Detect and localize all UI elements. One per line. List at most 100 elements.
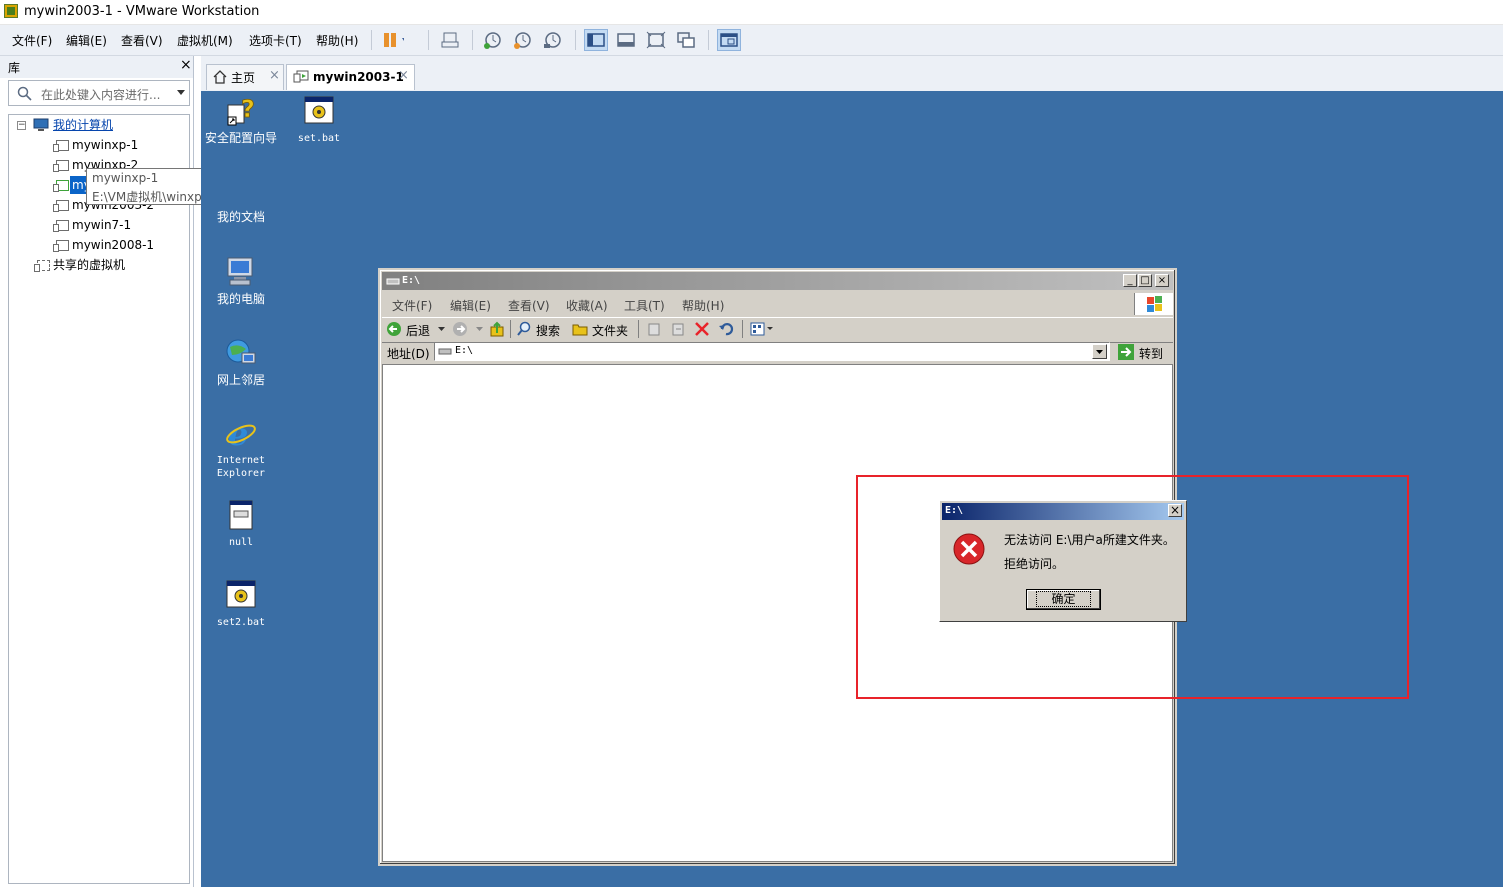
chevron-down-icon[interactable]: [438, 327, 445, 332]
explorer-menu-tools[interactable]: 工具(T): [624, 297, 665, 314]
menu-edit[interactable]: 编辑(E): [66, 32, 107, 49]
go-arrow-icon[interactable]: [1117, 343, 1135, 361]
search-icon: [17, 86, 32, 101]
fullscreen-icon: [646, 31, 666, 49]
svg-text:?: ?: [241, 95, 255, 123]
forward-icon[interactable]: [452, 321, 468, 337]
folders-button[interactable]: 文件夹: [592, 322, 628, 339]
undo-icon[interactable]: [718, 321, 734, 337]
minimize-button[interactable]: _: [1123, 274, 1137, 287]
close-button[interactable]: ×: [1155, 274, 1169, 287]
explorer-menu-favorites[interactable]: 收藏(A): [566, 297, 608, 314]
tree-root-my-computer[interactable]: 我的计算机: [53, 116, 113, 134]
vm-icon: [53, 140, 69, 152]
desktop-icon-security-wizard[interactable]: ? 安全配置向导: [201, 95, 281, 145]
copy-to-icon[interactable]: [670, 321, 686, 337]
chevron-down-icon[interactable]: [476, 327, 483, 332]
full-screen-button[interactable]: [644, 29, 668, 51]
address-label: 地址(D): [387, 347, 430, 361]
console-view-button[interactable]: [717, 29, 741, 51]
back-button[interactable]: 后退: [406, 322, 430, 339]
tab-home-close-button[interactable]: ×: [269, 68, 280, 83]
move-to-icon[interactable]: [646, 321, 662, 337]
console-view-icon: [720, 33, 738, 47]
tree-vm-mywin2008-1[interactable]: mywin2008-1: [72, 236, 154, 254]
address-bar: 地址(D) E:\ 转到: [382, 342, 1173, 364]
toolbar-separator: [510, 320, 511, 338]
go-button[interactable]: 转到: [1139, 345, 1163, 362]
chevron-down-icon[interactable]: [177, 90, 185, 96]
menu-view[interactable]: 查看(V): [121, 32, 163, 49]
tree-collapse-toggle[interactable]: −: [17, 121, 26, 130]
drive-icon: [386, 278, 400, 285]
desktop-icon-internet-explorer[interactable]: e Internet Explorer: [201, 415, 281, 480]
library-search-input[interactable]: 在此处键入内容进行...: [8, 80, 190, 106]
highlight-rectangle: [856, 475, 1409, 699]
library-close-button[interactable]: ×: [180, 57, 192, 73]
security-wizard-icon: ?: [227, 95, 255, 126]
tab-home[interactable]: 主页 ×: [206, 64, 284, 90]
explorer-title-bar[interactable]: E:\ _ □ ×: [382, 272, 1173, 290]
desktop-icon-null[interactable]: null: [201, 499, 281, 549]
vm-running-icon: [53, 180, 69, 192]
maximize-button[interactable]: □: [1138, 274, 1152, 287]
explorer-menu-file[interactable]: 文件(F): [392, 297, 432, 314]
menu-vm[interactable]: 虚拟机(M): [177, 32, 233, 49]
snapshot-manager-icon: [544, 32, 561, 48]
desktop-icon-label: set2.bat: [216, 617, 266, 628]
desktop-icon-my-documents[interactable]: 我的文档: [201, 177, 281, 224]
pause-icon: [384, 33, 406, 47]
vm-icon: [53, 160, 69, 172]
folder-icon[interactable]: [572, 321, 588, 337]
desktop-icon-network-places[interactable]: 网上邻居: [201, 337, 281, 387]
views-icon[interactable]: [750, 321, 774, 337]
explorer-menu-bar: 文件(F) 编辑(E) 查看(V) 收藏(A) 工具(T) 帮助(H): [382, 292, 1173, 316]
tree-shared-vms[interactable]: 共享的虚拟机: [53, 256, 125, 274]
revert-snapshot-button[interactable]: [511, 29, 535, 51]
vm-icon: [53, 220, 69, 232]
explorer-toolbar: 后退 搜索 文件夹: [382, 317, 1173, 343]
show-thumbnail-bar-button[interactable]: [614, 29, 638, 51]
address-dropdown-button[interactable]: [1092, 344, 1107, 359]
thumbnail-icon: [617, 33, 635, 47]
pause-button[interactable]: [380, 29, 406, 51]
explorer-menu-help[interactable]: 帮助(H): [682, 297, 724, 314]
desktop-icon-label: Internet Explorer: [216, 455, 266, 479]
menu-file[interactable]: 文件(F): [12, 32, 52, 49]
search-button[interactable]: 搜索: [536, 322, 560, 339]
back-icon[interactable]: [386, 321, 402, 337]
delete-icon[interactable]: [694, 321, 710, 337]
address-input[interactable]: E:\: [434, 342, 1110, 361]
explorer-menu-view[interactable]: 查看(V): [508, 297, 550, 314]
vmware-logo-icon: [4, 4, 18, 18]
send-ctrl-alt-del-button[interactable]: [438, 29, 462, 51]
explorer-menu-edit[interactable]: 编辑(E): [450, 297, 491, 314]
folder-up-icon[interactable]: [489, 321, 505, 337]
desktop-icon-label: 网上邻居: [216, 373, 265, 387]
menu-help[interactable]: 帮助(H): [316, 32, 358, 49]
windows-flag-icon: [1147, 296, 1162, 312]
desktop-icon-label: set.bat: [297, 133, 341, 144]
desktop-icon-set2-bat[interactable]: set2.bat: [201, 579, 281, 629]
unity-icon: [677, 32, 695, 48]
explorer-title: E:\: [402, 275, 421, 286]
drive-icon: [438, 348, 452, 355]
take-snapshot-button[interactable]: [481, 29, 505, 51]
tab-vm-close-button[interactable]: ×: [398, 68, 409, 83]
tree-vm-mywinxp-1[interactable]: mywinxp-1: [72, 136, 138, 154]
chevron-down-icon: [1096, 350, 1103, 354]
desktop-icon-label: 我的电脑: [216, 292, 265, 306]
show-library-button[interactable]: [584, 29, 608, 51]
desktop-icon-set-bat[interactable]: set.bat: [279, 95, 359, 145]
search-icon[interactable]: [516, 321, 532, 337]
tab-mywin2003-1[interactable]: mywin2003-1 ×: [286, 64, 415, 90]
toolbar-separator: [428, 30, 429, 50]
menu-tabs[interactable]: 选项卡(T): [249, 32, 302, 49]
vm-icon: [53, 200, 69, 212]
unity-button[interactable]: [674, 29, 698, 51]
snapshot-manager-button[interactable]: [541, 29, 565, 51]
desktop-icon-label: null: [228, 537, 254, 548]
desktop-icon-my-computer[interactable]: 我的电脑: [201, 256, 281, 306]
toolbar-separator: [742, 320, 743, 338]
tree-vm-mywin7-1[interactable]: mywin7-1: [72, 216, 131, 234]
